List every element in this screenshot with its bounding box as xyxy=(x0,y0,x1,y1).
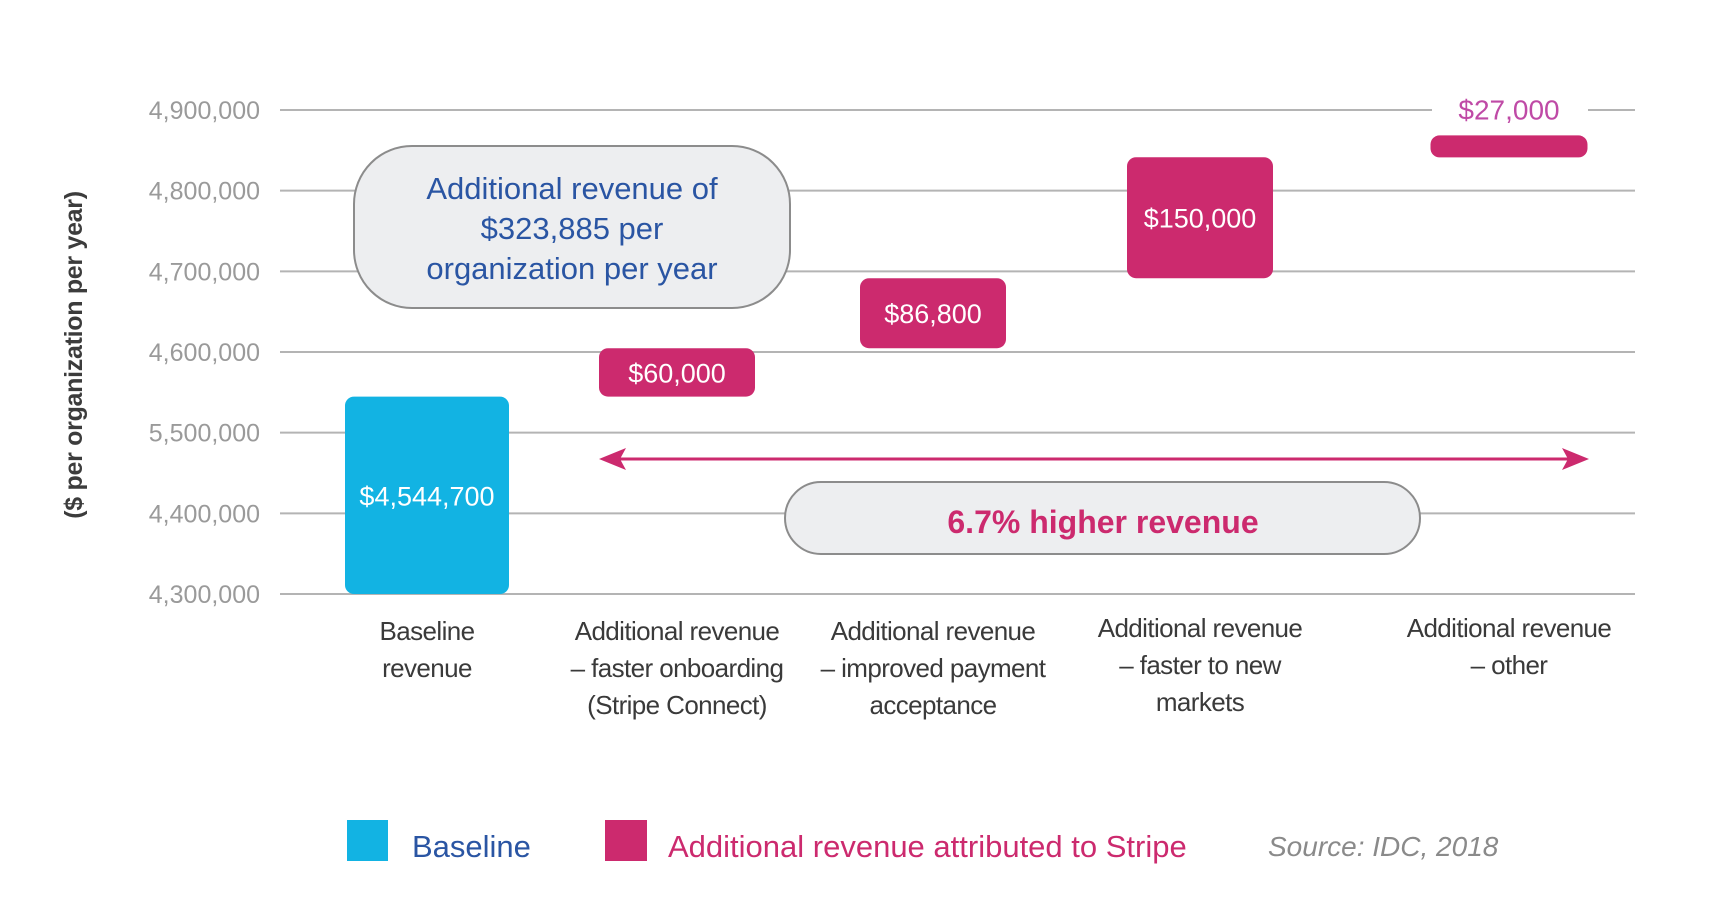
callout-line-3: organization per year xyxy=(426,251,717,286)
category-label-line: Additional revenue xyxy=(831,616,1036,646)
category-label-line: Additional revenue xyxy=(575,616,780,646)
source-note: Source: IDC, 2018 xyxy=(1268,831,1499,862)
callout-line-1: Additional revenue of xyxy=(426,171,718,206)
category-label-line: revenue xyxy=(382,653,472,683)
category-label: Additional revenue – faster to new markets xyxy=(1098,613,1303,717)
category-label-line: – improved payment xyxy=(821,653,1047,683)
category-label-line: Additional revenue xyxy=(1098,613,1303,643)
legend: Baseline Additional revenue attributed t… xyxy=(347,820,1499,864)
category-label: Additional revenue – faster onboarding (St… xyxy=(571,616,784,720)
category-label-line: acceptance xyxy=(870,690,997,720)
y-tick-label: 4,700,000 xyxy=(149,258,260,286)
category-label-line: markets xyxy=(1156,687,1245,717)
y-tick-label: 5,500,000 xyxy=(149,420,260,448)
bar-value-label: $86,800 xyxy=(884,299,982,329)
bar-value-label: $4,544,700 xyxy=(359,481,494,511)
category-label: Additional revenue – other xyxy=(1407,613,1612,680)
callout-line-2: $323,885 per xyxy=(481,211,664,246)
range-arrow xyxy=(599,448,1589,470)
y-tick-label: 4,300,000 xyxy=(149,581,260,609)
category-label-line: – faster onboarding xyxy=(571,653,784,683)
total-revenue-callout: Additional revenue of $323,885 per organ… xyxy=(353,145,791,309)
category-labels: Baseline revenue Additional revenue – faste… xyxy=(380,613,1612,720)
category-label-line: – other xyxy=(1471,650,1549,680)
legend-label-additional: Additional revenue attributed to Stripe xyxy=(668,829,1187,864)
category-label: Additional revenue – improved payment acce… xyxy=(821,616,1048,720)
bar-value-label: $27,000 xyxy=(1458,94,1559,125)
bar xyxy=(1430,135,1588,158)
y-axis-title: ($ per organization per year) xyxy=(60,191,88,519)
higher-revenue-callout: 6.7% higher revenue xyxy=(784,481,1421,555)
y-tick-label: 4,600,000 xyxy=(149,339,260,367)
bar-value-label: $60,000 xyxy=(628,358,726,388)
bar-value-label: $150,000 xyxy=(1144,204,1257,234)
waterfall-chart: 4,300,000 4,400,000 5,500,000 4,600,000 4,70… xyxy=(60,94,1635,864)
higher-revenue-text: 6.7% higher revenue xyxy=(947,504,1258,540)
category-label-line: – faster to new xyxy=(1119,650,1281,680)
y-tick-label: 4,900,000 xyxy=(149,97,260,125)
category-label-line: Additional revenue xyxy=(1407,613,1612,643)
y-tick-label: 4,400,000 xyxy=(149,500,260,528)
category-label-line: Baseline xyxy=(380,616,475,646)
legend-label-baseline: Baseline xyxy=(412,829,531,864)
category-label-line: (Stripe Connect) xyxy=(587,690,767,720)
category-label: Baseline revenue xyxy=(380,616,476,683)
y-axis-ticks: 4,300,000 4,400,000 5,500,000 4,600,000 4,70… xyxy=(149,97,260,609)
legend-swatch-baseline xyxy=(347,820,388,861)
legend-swatch-additional xyxy=(605,820,647,861)
y-tick-label: 4,800,000 xyxy=(149,178,260,206)
